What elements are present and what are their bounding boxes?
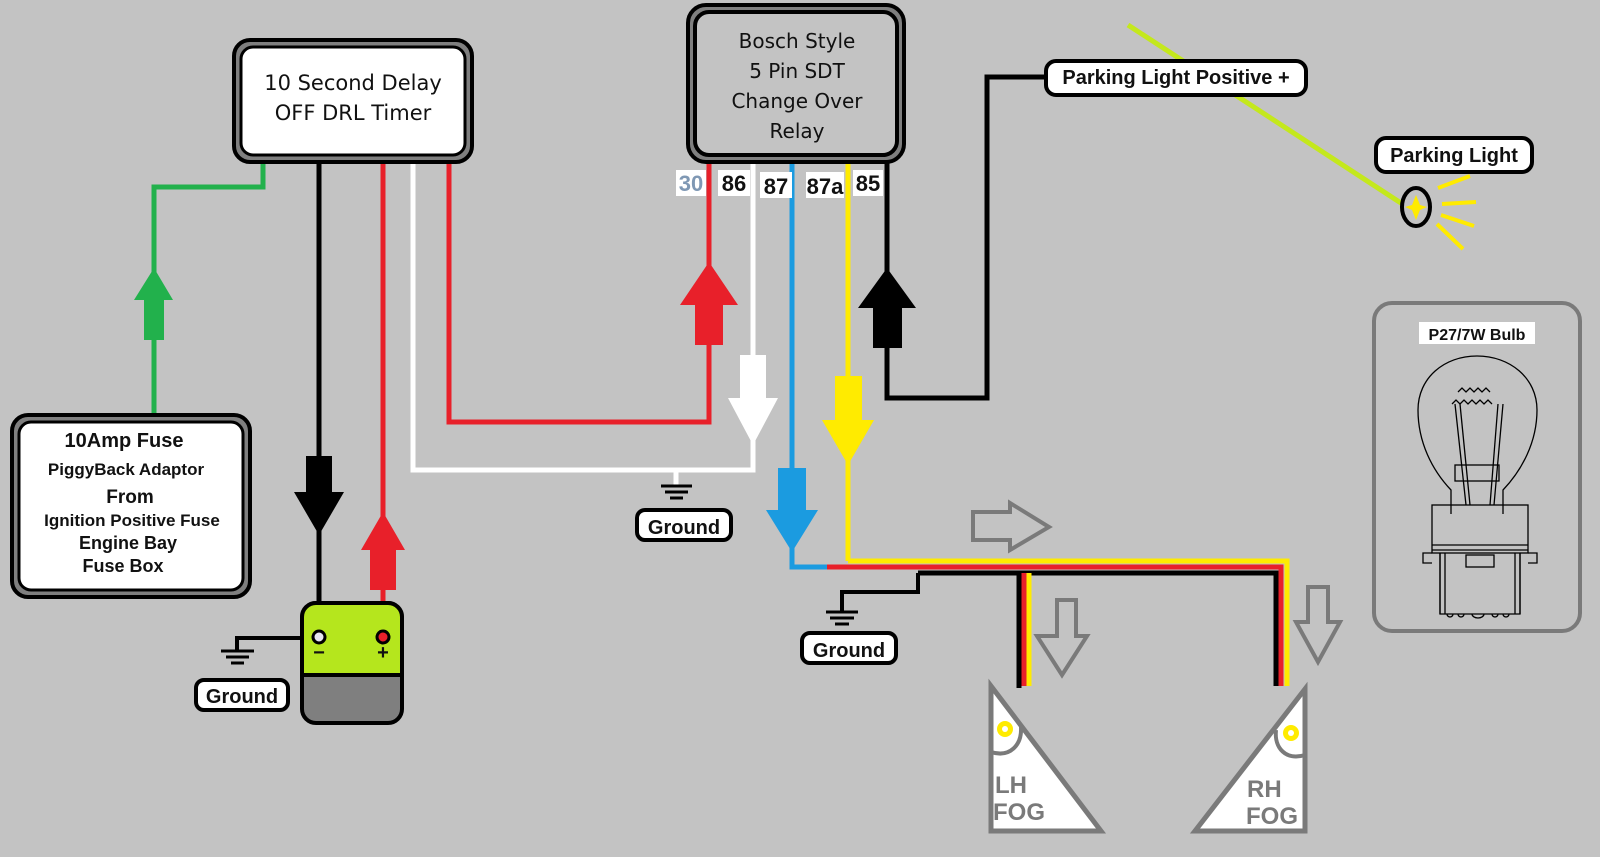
lh-fog-line2: FOG <box>993 799 1045 826</box>
ground-label-white: Ground <box>635 508 733 542</box>
timer-line1: 10 Second Delay <box>264 71 442 95</box>
lh-down-outline-arrow <box>1033 598 1091 679</box>
black-up-arrow-relay <box>858 268 916 348</box>
battery-negative-sign: − <box>313 642 325 664</box>
ground-symbol-white <box>661 484 692 500</box>
bulb-label: P27/7W Bulb <box>1429 327 1526 344</box>
relay-line2: 5 Pin SDT <box>749 59 845 83</box>
parking-light-positive-label: Parking Light Positive + <box>1044 59 1308 97</box>
yellow-down-arrow <box>822 376 874 465</box>
pin-87-label: 87 <box>764 174 788 199</box>
white-down-arrow <box>728 355 778 445</box>
relay-black-wire <box>884 74 1050 401</box>
svg-text:Ground: Ground <box>648 517 720 539</box>
rh-fog-line1: RH <box>1247 776 1282 803</box>
svg-text:Parking Light Positive +: Parking Light Positive + <box>1062 67 1289 89</box>
relay-line1: Bosch Style <box>739 29 856 53</box>
bulb-panel: P27/7W Bulb <box>1372 301 1582 633</box>
ground-symbol-battery <box>221 649 254 665</box>
svg-text:Ground: Ground <box>206 686 278 708</box>
lh-fog-light: LH FOG <box>988 678 1107 834</box>
parking-light-label: Parking Light <box>1374 136 1534 174</box>
relay-line4: Relay <box>770 119 825 143</box>
parking-light-wire <box>1126 22 1406 208</box>
green-wire <box>151 160 266 415</box>
timer-red-wire-relay <box>446 160 712 425</box>
fog-harness-red <box>827 564 1284 686</box>
timer-line2: OFF DRL Timer <box>275 101 432 125</box>
fuse-line4: Ignition Positive Fuse <box>44 511 220 530</box>
fuse-line1: 10Amp Fuse <box>65 430 184 452</box>
battery-positive-sign: + <box>377 642 389 664</box>
ground-label-harness: Ground <box>800 631 898 665</box>
rh-fog-light-star-icon <box>1283 725 1299 741</box>
fuse-box: 10Amp Fuse PiggyBack Adaptor From Igniti… <box>10 413 252 599</box>
svg-text:Parking Light: Parking Light <box>1390 145 1518 167</box>
red-up-arrow-battery <box>361 512 405 590</box>
rh-down-outline-arrow <box>1292 585 1344 667</box>
fuse-line3: From <box>106 487 154 508</box>
red-up-arrow-relay <box>680 262 738 345</box>
lh-fog-line1: LH <box>995 772 1027 799</box>
right-outline-arrow <box>971 499 1053 554</box>
pin-86-label: 86 <box>722 171 746 196</box>
ground-symbol-harness <box>826 610 858 626</box>
battery: − + <box>300 601 404 725</box>
rh-fog-line2: FOG <box>1246 803 1298 830</box>
svg-text:Ground: Ground <box>813 640 885 662</box>
pin-87a-label: 87a <box>807 174 844 199</box>
pin-85-label: 85 <box>856 171 880 196</box>
blue-down-arrow <box>766 468 818 552</box>
black-down-arrow <box>294 456 344 535</box>
parking-light-bulb-icon <box>1400 174 1477 251</box>
relay-line3: Change Over <box>731 89 863 113</box>
harness-ground-wire <box>840 573 920 612</box>
ground-label-battery: Ground <box>194 678 290 712</box>
lh-fog-light-star-icon <box>997 721 1013 737</box>
pin-30-label: 30 <box>679 171 703 196</box>
rh-fog-light: RH FOG <box>1189 681 1308 834</box>
fuse-line2: PiggyBack Adaptor <box>48 460 205 479</box>
fog-harness-black <box>918 570 1279 686</box>
green-up-arrow <box>134 268 173 340</box>
fuse-line6: Fuse Box <box>82 556 163 576</box>
fuse-line5: Engine Bay <box>79 533 177 553</box>
timer-box: 10 Second Delay OFF DRL Timer <box>232 38 474 164</box>
wiring-diagram: 10 Second Delay OFF DRL Timer Bosch Styl… <box>10 3 1582 834</box>
relay-box: Bosch Style 5 Pin SDT Change Over Relay <box>686 3 906 164</box>
